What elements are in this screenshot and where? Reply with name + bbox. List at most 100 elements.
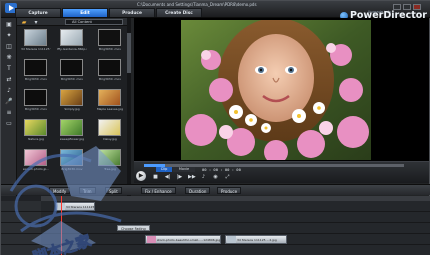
clip-thumbnail — [147, 236, 156, 243]
clip-thumbnail — [227, 236, 236, 243]
video-thumbnail — [24, 89, 47, 106]
media-room-icon[interactable]: ▣ — [4, 20, 14, 28]
timeline-clip[interactable]: stock-photo-beautiful-small-...-124806.j… — [145, 235, 221, 244]
track-overlay[interactable]: stock-photo-beautiful-small-...-124806.j… — [41, 234, 430, 245]
item-caption: Iffy-Gardenia-360p-x... — [57, 47, 87, 51]
movie-mode-button[interactable]: Movie — [173, 167, 195, 172]
duration-button[interactable]: Duration — [185, 187, 211, 194]
clip-label: 3d Stereos 111125 ... — [65, 204, 94, 209]
transition-room-icon[interactable]: ⇄ — [4, 75, 14, 83]
app-window: C:\Documents and Settings\Tianma_Dream\P… — [0, 0, 430, 255]
image-thumbnail — [98, 89, 121, 106]
item-caption: sweepflower.jpg — [59, 137, 85, 141]
library-item[interactable]: Simply.jpg — [57, 89, 87, 113]
tab-edit[interactable]: Edit — [62, 8, 108, 17]
video-thumbnail — [24, 29, 47, 46]
import-folder-icon[interactable]: ▰ — [19, 18, 29, 26]
subtitle-room-icon[interactable]: ▭ — [4, 119, 14, 127]
image-thumbnail — [98, 119, 121, 136]
track-header-audio — [1, 245, 41, 255]
room-toolbar: ▣ ✦ ◫ ❋ T ⇄ ♪ 🎤 ≡ ▭ — [1, 18, 17, 196]
fix-enhance-button[interactable]: Fix / Enhance — [141, 187, 176, 194]
window-title: C:\Documents and Settings\Tianma_Dream\P… — [137, 2, 257, 7]
preview-image — [181, 20, 371, 160]
fullscreen-icon[interactable]: ⤢ — [224, 174, 231, 180]
modify-button[interactable]: Modify — [49, 187, 71, 194]
track-fx[interactable] — [41, 212, 430, 223]
particle-room-icon[interactable]: ❋ — [4, 53, 14, 61]
image-thumbnail — [60, 89, 83, 106]
fast-forward-icon[interactable]: ▶▶ — [188, 174, 196, 180]
voice-over-icon[interactable]: 🎤 — [4, 97, 14, 105]
library-item[interactable]: Tree.jpg — [95, 149, 125, 173]
track-header-fx — [1, 212, 41, 223]
timeline-toolbar: Modify Trim Split Fix / Enhance Duration… — [1, 184, 430, 195]
library-item[interactable]: Iffy-Gardenia-360p-x... — [57, 29, 87, 53]
library-item[interactable]: sxxsch.photo.jp... — [21, 149, 51, 173]
tab-produce[interactable]: Produce — [109, 8, 155, 17]
audio-mixing-icon[interactable]: ♪ — [4, 86, 14, 94]
chapter-room-icon[interactable]: ≡ — [4, 108, 14, 116]
item-caption: sxxsch.photo.jp... — [22, 167, 50, 171]
timeline-clip[interactable]: 3d Stereos 111125 ...2.jpg — [225, 235, 287, 244]
preview-window — [134, 18, 429, 161]
previous-frame-icon[interactable]: ◀| — [164, 174, 171, 180]
item-caption: Brig3030 .mov — [98, 47, 122, 51]
video-thumbnail — [60, 29, 83, 46]
library-item[interactable]: 3d Stereos 111125 Y... — [21, 29, 51, 53]
item-caption: Daisy.jpg — [103, 137, 117, 141]
video-thumbnail — [60, 149, 83, 166]
media-library: ▰ ▾ All Content 3d Stereos 111125 Y... I… — [17, 18, 131, 196]
track-video[interactable]: 3d Stereos 111125 ... — [41, 201, 430, 212]
title-room-icon[interactable]: T — [4, 64, 14, 72]
item-caption: Brig3030 .mov — [24, 107, 48, 111]
library-item[interactable]: Daisy.jpg — [95, 119, 125, 143]
library-item[interactable]: Brig3030 .mov — [57, 59, 87, 83]
next-frame-icon[interactable]: |▶ — [176, 174, 183, 180]
item-caption: Brig3030.mov — [61, 167, 83, 171]
image-thumbnail — [98, 149, 121, 166]
library-filter-select[interactable]: All Content — [65, 19, 123, 25]
image-thumbnail — [60, 119, 83, 136]
library-item[interactable]: Brig3030.mov — [57, 149, 87, 173]
image-thumbnail — [24, 149, 47, 166]
stop-icon[interactable]: ■ — [152, 174, 159, 180]
video-thumbnail — [24, 59, 47, 76]
pip-room-icon[interactable]: ◫ — [4, 42, 14, 50]
scrollbar-thumb[interactable] — [127, 33, 131, 73]
library-item[interactable]: Brig3030 .mov — [95, 59, 125, 83]
library-item[interactable]: sweepflower.jpg — [57, 119, 87, 143]
clip-mode-button[interactable]: Clip — [156, 167, 172, 172]
clip-label: stock-photo-beautiful-small-...-124806.j… — [156, 237, 220, 242]
library-scrollbar[interactable] — [127, 18, 131, 196]
item-caption: Simply.jpg — [64, 107, 80, 111]
trim-button[interactable]: Trim — [79, 187, 96, 194]
split-button[interactable]: Split — [105, 187, 122, 194]
library-item[interactable]: Maple Leaves.jpg — [95, 89, 125, 113]
timecode-display: 00 : 00 : 00 : 00 — [202, 167, 241, 172]
tab-create-disc[interactable]: Create Disc — [156, 8, 202, 17]
library-item[interactable]: Nature.jpg — [21, 119, 51, 143]
library-item[interactable]: Brig3030 .mov — [21, 59, 51, 83]
play-button[interactable]: ▶ — [136, 171, 146, 181]
snapshot-icon[interactable]: ◉ — [212, 174, 219, 180]
track-audio[interactable] — [41, 245, 430, 255]
video-thumbnail — [60, 59, 83, 76]
transition-chip[interactable]: Choose Fading — [117, 225, 150, 231]
library-item[interactable]: Brig3030 .mov — [95, 29, 125, 53]
track-pip[interactable]: Choose Fading — [41, 223, 430, 234]
item-caption: Brig3030 .mov — [60, 77, 84, 81]
volume-icon[interactable]: ♪ — [200, 174, 207, 180]
track-header-overlay — [1, 234, 41, 245]
library-item[interactable]: Brig3030 .mov — [21, 89, 51, 113]
playhead[interactable] — [61, 196, 62, 255]
title-bar: C:\Documents and Settings\Tianma_Dream\P… — [1, 1, 430, 21]
player-controls: Clip Movie 00 : 00 : 00 : 00 ▶ ■ ◀| |▶ ▶… — [134, 161, 429, 183]
produce-button[interactable]: Produce — [217, 187, 242, 194]
library-menu-icon[interactable]: ▾ — [31, 18, 41, 26]
effect-room-icon[interactable]: ✦ — [4, 31, 14, 39]
item-caption: Brig3030 .mov — [98, 77, 122, 81]
tab-capture[interactable]: Capture — [15, 8, 61, 17]
track-header-video — [1, 201, 41, 212]
video-thumbnail — [98, 59, 121, 76]
